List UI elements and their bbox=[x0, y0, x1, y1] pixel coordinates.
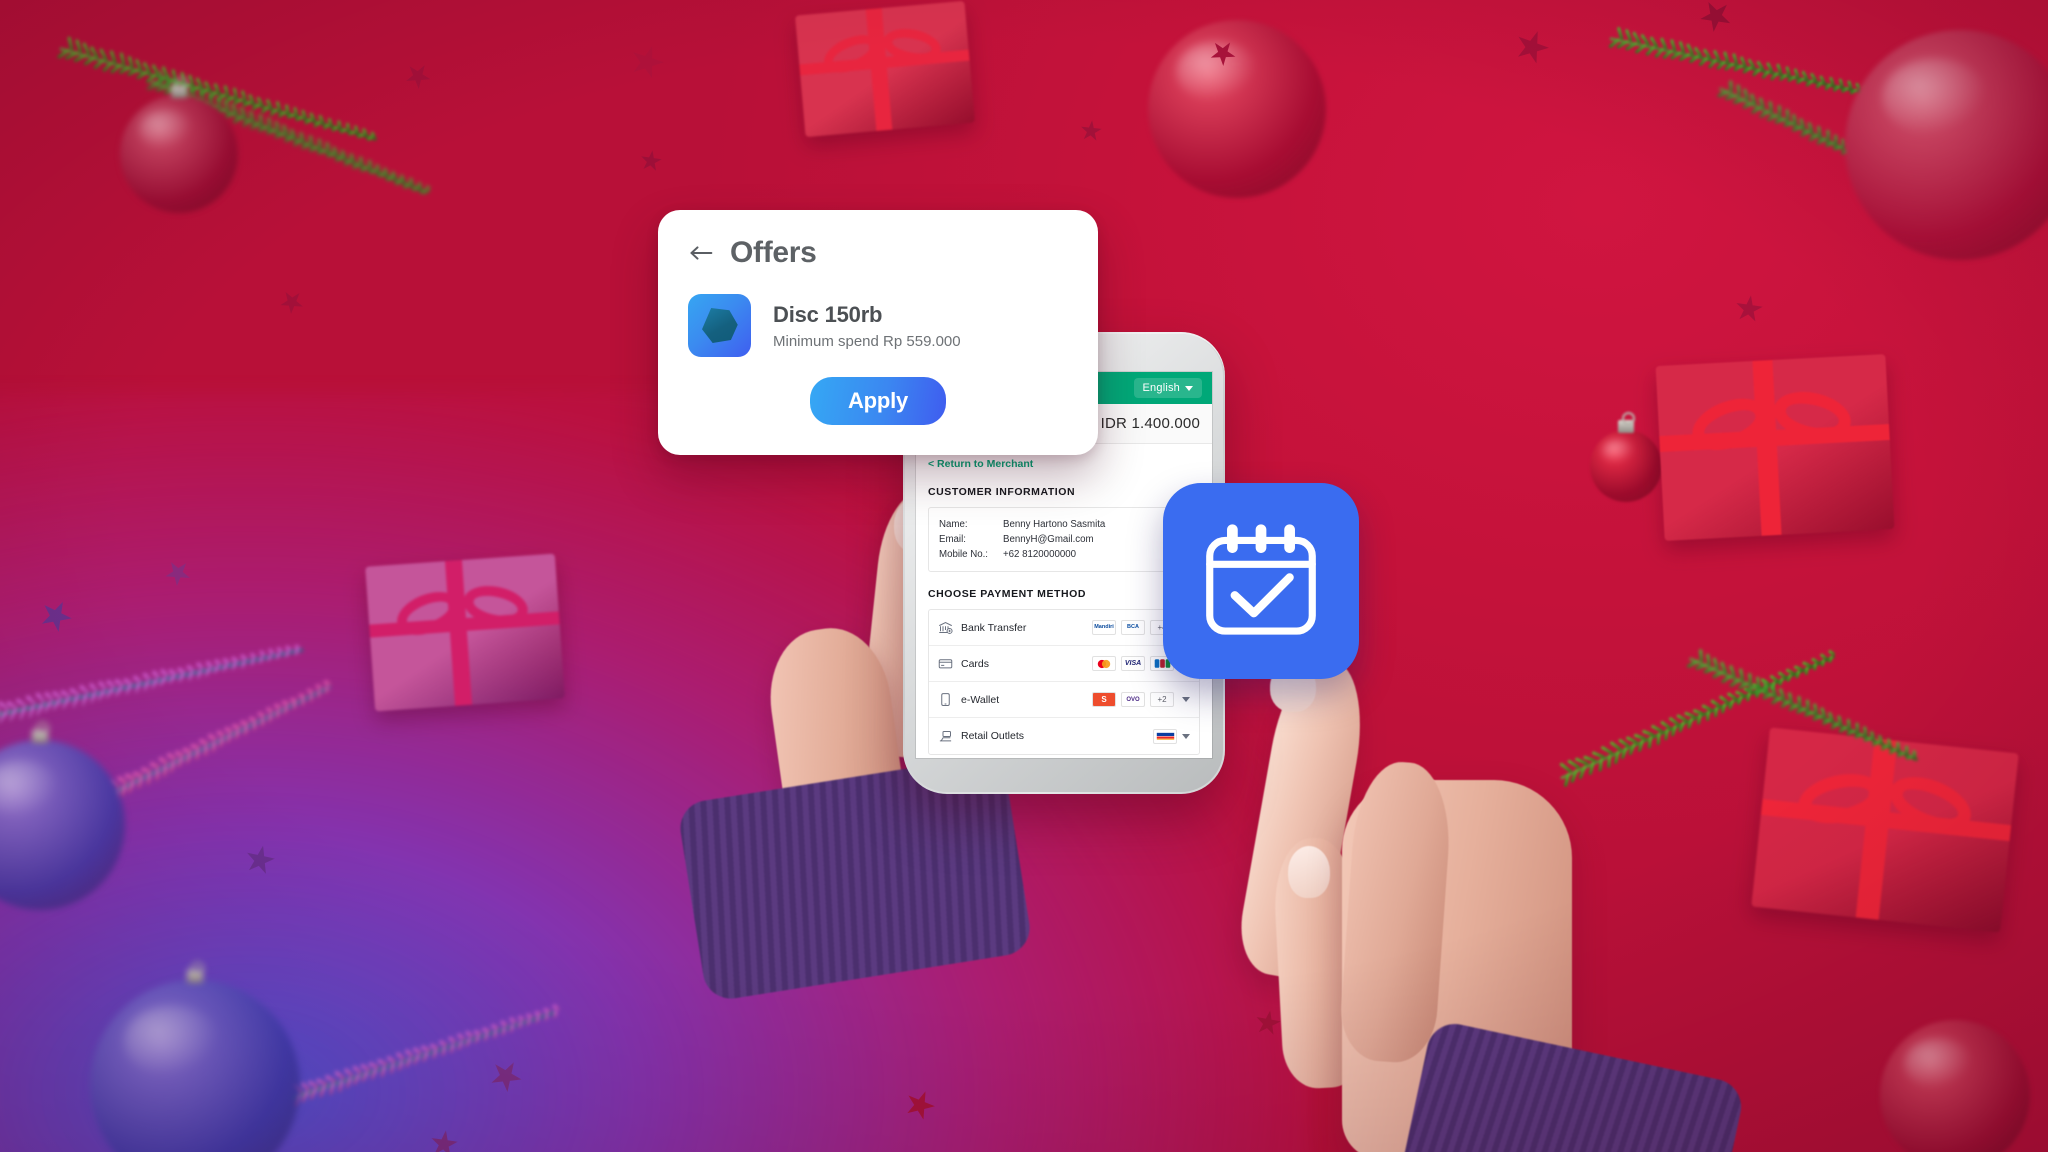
payment-method-cards[interactable]: Cards VISA bbox=[929, 646, 1199, 683]
offer-item[interactable]: Disc 150rb Minimum spend Rp 559.000 bbox=[688, 294, 1068, 357]
chevron-down-icon[interactable] bbox=[1182, 697, 1190, 703]
payment-method-label: Bank Transfer bbox=[961, 621, 1027, 634]
mobile-phone-icon bbox=[938, 692, 953, 707]
customer-information-heading: CUSTOMER INFORMATION bbox=[928, 486, 1076, 498]
more-logos-count: +2 bbox=[1150, 692, 1174, 708]
credit-card-icon bbox=[938, 656, 953, 671]
customer-row: Name: Benny Hartono Sasmita bbox=[939, 517, 1189, 532]
offers-header: Offers bbox=[688, 236, 1068, 270]
language-label: English bbox=[1142, 382, 1180, 394]
customer-mobile-value: +62 8120000000 bbox=[1003, 549, 1077, 561]
apply-button[interactable]: Apply bbox=[809, 377, 947, 425]
calendar-check-tile bbox=[1163, 483, 1359, 679]
bank-icon bbox=[938, 620, 953, 635]
page-title: Offers bbox=[730, 236, 817, 269]
order-amount: IDR 1.400.000 bbox=[1100, 415, 1200, 432]
offer-text-block: Disc 150rb Minimum spend Rp 559.000 bbox=[773, 302, 961, 350]
chevron-down-icon bbox=[1185, 385, 1193, 391]
logo-mastercard bbox=[1092, 656, 1116, 672]
customer-mobile-label: Mobile No.: bbox=[939, 549, 988, 561]
back-arrow-icon[interactable] bbox=[688, 241, 714, 265]
customer-email-value: BennyH@Gmail.com bbox=[1003, 534, 1094, 546]
payment-method-logos: VISA bbox=[1092, 656, 1174, 672]
return-to-merchant-link[interactable]: < Return to Merchant bbox=[928, 458, 1200, 470]
offer-name: Disc 150rb bbox=[773, 301, 883, 327]
payment-method-label: Cards bbox=[961, 657, 990, 670]
chevron-down-icon[interactable] bbox=[1182, 733, 1190, 739]
hexagon-shape bbox=[702, 308, 738, 343]
payment-method-retail-outlets[interactable]: Retail Outlets bbox=[929, 718, 1199, 754]
hexagon-voucher-icon bbox=[688, 294, 751, 357]
retail-counter-icon bbox=[938, 729, 953, 744]
payment-method-label: e-Wallet bbox=[961, 693, 1000, 706]
customer-email-label: Email: bbox=[939, 534, 966, 546]
payment-method-logos bbox=[1153, 728, 1190, 744]
payment-method-logos: Mandiri BCA +4 bbox=[1092, 620, 1174, 636]
logo-shopeepay: S bbox=[1092, 692, 1116, 708]
choose-payment-method-heading: CHOOSE PAYMENT METHOD bbox=[928, 588, 1086, 601]
language-selector[interactable]: English bbox=[1133, 378, 1202, 398]
apply-button-row: Apply bbox=[688, 377, 1068, 425]
logo-ovo: OVO bbox=[1121, 692, 1145, 708]
logo-mandiri: Mandiri bbox=[1092, 620, 1116, 636]
customer-row: Mobile No.: +62 8120000000 bbox=[939, 547, 1189, 562]
payment-method-label: Retail Outlets bbox=[961, 730, 1025, 743]
logo-alfamart bbox=[1153, 728, 1177, 744]
payment-method-logos: S OVO +2 bbox=[1092, 692, 1174, 708]
offer-subtitle: Minimum spend Rp 559.000 bbox=[773, 332, 961, 350]
customer-information-box: Name: Benny Hartono Sasmita Email: Benny… bbox=[928, 507, 1200, 573]
offers-card: Offers Disc 150rb Minimum spend Rp 559.0… bbox=[658, 210, 1098, 455]
logo-bca: BCA bbox=[1121, 620, 1145, 636]
customer-name-value: Benny Hartono Sasmita bbox=[1003, 519, 1106, 530]
calendar-check-icon bbox=[1199, 521, 1323, 641]
customer-row: Email: BennyH@Gmail.com bbox=[939, 532, 1189, 547]
payment-method-list: Bank Transfer Mandiri BCA +4 Cards VISA … bbox=[928, 609, 1200, 756]
customer-name-label: Name: bbox=[939, 519, 968, 530]
payment-method-bank-transfer[interactable]: Bank Transfer Mandiri BCA +4 bbox=[929, 610, 1199, 647]
payment-method-ewallet[interactable]: e-Wallet S OVO +2 bbox=[929, 682, 1199, 719]
logo-visa: VISA bbox=[1121, 656, 1145, 672]
